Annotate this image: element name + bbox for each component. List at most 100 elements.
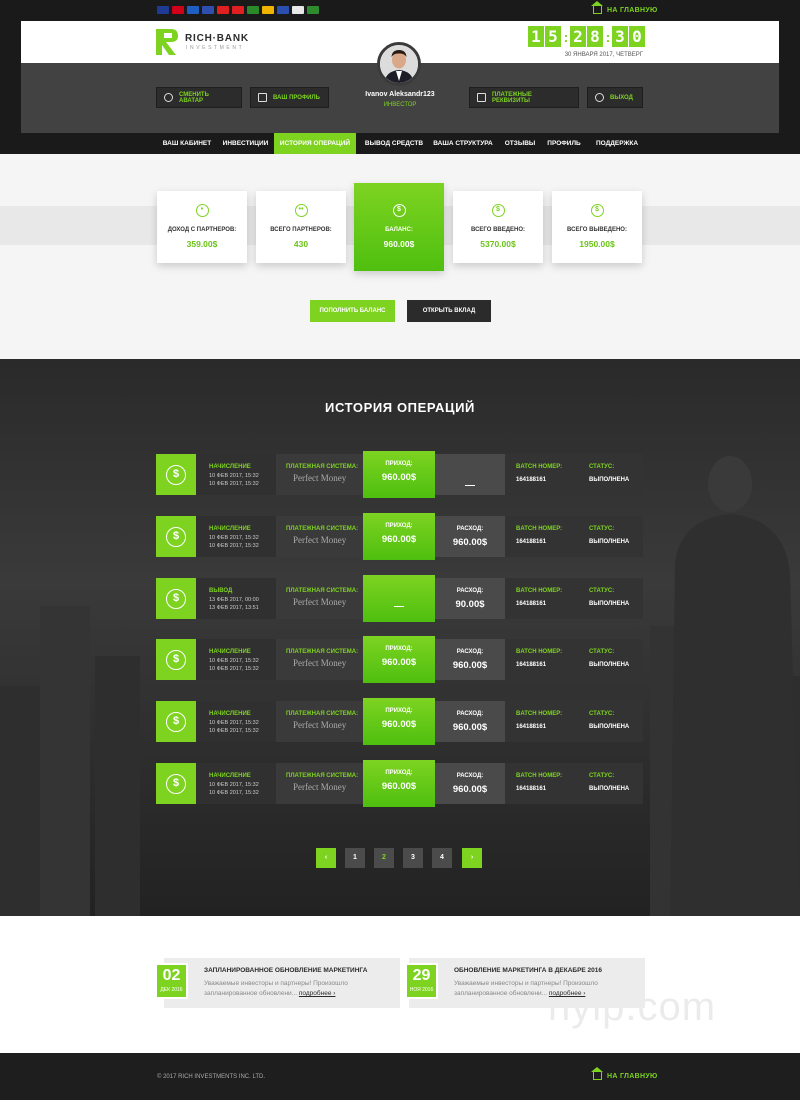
expense-cell: РАСХОД: 960.00$ [435,639,505,680]
income-cell: ПРИХОД: 960.00$ [363,760,435,807]
nav-item-cabinet[interactable]: ВАШ КАБИНЕТ [157,133,217,154]
status-cell: СТАТУС: ВЫПОЛНЕНА [574,763,643,804]
arabic-flag-icon[interactable] [307,6,319,14]
payment-system-cell: ПЛАТЕЖНАЯ СИСТЕМА: Perfect Money [276,454,363,495]
income-label: ПРИХОД: [385,461,413,467]
home-link[interactable]: НА ГЛАВНУЮ [591,1,658,14]
operation-type: НАЧИСЛЕНИЕ [209,649,251,655]
income-value: 960.00$ [381,719,417,730]
pagination-page-3[interactable]: 3 [403,848,423,868]
history-row: $ НАЧИСЛЕНИЕ 10 ФЕВ 2017, 15:32 10 ФЕВ 20… [156,451,643,498]
dollar-in-icon: $ [491,204,505,217]
stat-card-total-in: $ ВСЕГО ВВЕДЕНО: 5370.00$ [453,191,543,263]
batch-cell: BATCH НОМЕР: 164188161 [505,763,574,804]
operation-date: 10 ФЕВ 2017, 15:32 [209,543,259,549]
operation-type-cell: НАЧИСЛЕНИЕ 10 ФЕВ 2017, 15:32 10 ФЕВ 2017… [196,639,276,680]
status-cell: СТАТУС: ВЫПОЛНЕНА [574,639,643,680]
news-more-link[interactable]: подробнее › [299,990,336,997]
status-value: ВЫПОЛНЕНА [589,601,630,607]
expense-cell: РАСХОД: 960.00$ [435,701,505,742]
operation-date: 10 ФЕВ 2017, 15:32 [209,790,259,796]
perfect-money-logo: Perfect Money [293,597,347,607]
perfect-money-logo: Perfect Money [293,535,347,545]
clock-digit: 8 [587,26,603,47]
operation-type: НАЧИСЛЕНИЕ [209,711,251,717]
stat-card-balance: $ БАЛАНС: 960.00$ [354,183,444,271]
nav-item-profile[interactable]: ПРОФИЛЬ [542,133,586,154]
perfect-money-logo: Perfect Money [293,782,347,792]
china-flag-icon[interactable] [217,6,229,14]
poland-flag-icon[interactable] [292,6,304,14]
pagination-page-2[interactable]: 2 [374,848,394,868]
operation-date: 10 ФЕВ 2017, 15:32 [209,473,259,479]
nav-item-withdraw[interactable]: ВЫВОД СРЕДСТВ [360,133,428,154]
batch-cell: BATCH НОМЕР: 164188161 [505,639,574,680]
batch-label: BATCH НОМЕР: [516,464,563,470]
logout-button[interactable]: ВЫХОД [587,87,643,108]
footer-home-link[interactable]: НА ГЛАВНУЮ [591,1067,658,1080]
user-name: Ivanov Aleksandr123 [365,91,435,98]
news-title[interactable]: ОБНОВЛЕНИЕ МАРКЕТИНГА В ДЕКАБРЕ 2016 [454,967,639,974]
expense-cell: РАСХОД: 90.00$ [435,578,505,619]
pagination-next-button[interactable]: › [462,848,482,868]
operation-icon-cell: $ [156,516,196,557]
pagination-page-1[interactable]: 1 [345,848,365,868]
nav-item-reviews[interactable]: ОТЗЫВЫ [500,133,540,154]
russia-flag-icon[interactable] [187,6,199,14]
nav-item-investments[interactable]: ИНВЕСТИЦИИ [218,133,273,154]
operation-type: НАЧИСЛЕНИЕ [209,464,251,470]
pagination-prev-button[interactable]: ‹ [316,848,336,868]
operation-dates: 10 ФЕВ 2017, 15:32 10 ФЕВ 2017, 15:32 [209,534,276,550]
news-title[interactable]: ЗАПЛАНИРОВАННОЕ ОБНОВЛЕНИЕ МАРКЕТИНГА [204,967,394,974]
payment-system-label: ПЛАТЕЖНАЯ СИСТЕМА: [286,464,359,470]
france-flag-icon[interactable] [202,6,214,14]
deposit-button[interactable]: ПОПОЛНИТЬ БАЛАНС [310,300,395,322]
open-deposit-button[interactable]: ОТКРЫТЬ ВКЛАД [407,300,491,322]
stat-value: 5370.00$ [480,239,516,249]
dollar-out-icon: $ [590,204,604,217]
operation-dates: 13 ФЕВ 2017, 00:00 13 ФЕВ 2017, 13:51 [209,596,276,612]
expense-value: 960.00$ [452,722,488,733]
status-value: ВЫПОЛНЕНА [589,662,630,668]
spain-flag-icon[interactable] [262,6,274,14]
nav-item-structure[interactable]: ВАША СТРУКТУРА [428,133,498,154]
users-icon: •• [294,204,308,217]
news-date-badge: 02 ДЕК 2016 [155,963,188,999]
germany-flag-icon[interactable] [172,6,184,14]
operation-type-cell: ВЫВОД 13 ФЕВ 2017, 00:00 13 ФЕВ 2017, 13:… [196,578,276,619]
usa-flag-icon[interactable] [157,6,169,14]
clock-separator: : [563,28,569,45]
nav-item-support[interactable]: ПОДДЕРЖКА [588,133,646,154]
status-value: ВЫПОЛНЕНА [589,724,630,730]
portugal-flag-icon[interactable] [247,6,259,14]
operation-date: 10 ФЕВ 2017, 15:32 [209,782,259,788]
stat-value: 1950.00$ [579,239,615,249]
batch-number: 164188161 [516,477,547,483]
stat-value: 430 [293,239,309,249]
avatar[interactable] [377,42,421,86]
change-avatar-button[interactable]: СМЕНИТЬ АВАТАР [156,87,242,108]
batch-label: BATCH НОМЕР: [516,588,563,594]
operation-type-cell: НАЧИСЛЕНИЕ 10 ФЕВ 2017, 15:32 10 ФЕВ 2017… [196,701,276,742]
status-label: СТАТУС: [589,649,615,655]
batch-number: 164188161 [516,539,547,545]
history-row: $ ВЫВОД 13 ФЕВ 2017, 00:00 13 ФЕВ 2017, 1… [156,575,643,622]
operation-dates: 10 ФЕВ 2017, 15:32 10 ФЕВ 2017, 15:32 [209,472,276,488]
payment-system-cell: ПЛАТЕЖНАЯ СИСТЕМА: Perfect Money [276,701,363,742]
news-more-link[interactable]: подробнее › [549,990,586,997]
news-text: Уважаемые инвесторы и партнеры! Произошл… [204,979,394,999]
expense-value: 90.00$ [455,599,485,610]
philippines-flag-icon[interactable] [277,6,289,14]
news-day: 02 [162,967,181,984]
payment-system-label: ПЛАТЕЖНАЯ СИСТЕМА: [286,711,359,717]
logo-icon[interactable] [156,29,178,55]
expense-label: РАСХОД: [456,649,484,655]
vietnam-flag-icon[interactable] [232,6,244,14]
payment-details-button[interactable]: ПЛАТЕЖНЫЕ РЕКВИЗИТЫ [469,87,579,108]
profile-button[interactable]: ВАШ ПРОФИЛЬ [250,87,329,108]
operation-type-cell: НАЧИСЛЕНИЕ 10 ФЕВ 2017, 15:32 10 ФЕВ 2017… [196,454,276,495]
stat-label: ВСЕГО ПАРТНЕРОВ: [270,227,332,233]
pagination-page-4[interactable]: 4 [432,848,452,868]
expense-cell: РАСХОД: 960.00$ [435,763,505,804]
stat-card-total-out: $ ВСЕГО ВЫВЕДЕНО: 1950.00$ [552,191,642,263]
